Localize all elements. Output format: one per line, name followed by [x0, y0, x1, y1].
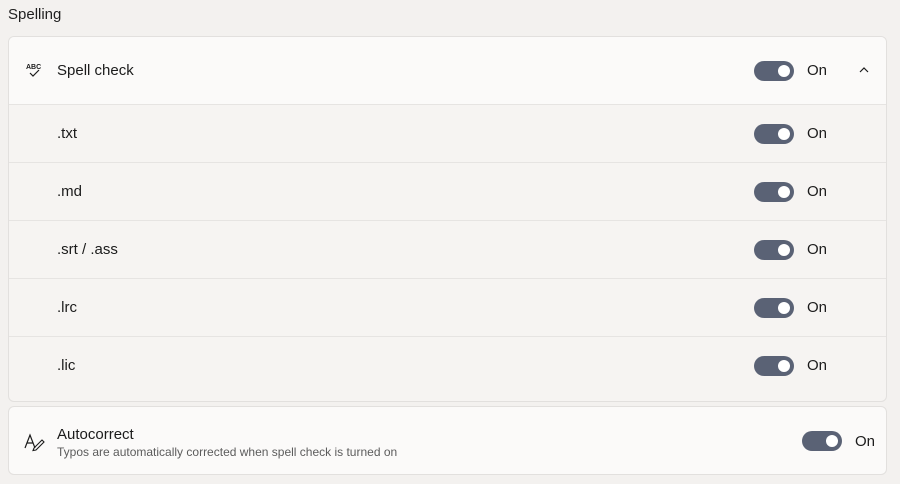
lic-toggle[interactable] [754, 356, 794, 376]
spell-check-item-txt: .txt On [9, 105, 886, 163]
spell-check-card: ABC Spell check On .txt On .md On .srt /… [8, 36, 887, 402]
lrc-toggle[interactable] [754, 298, 794, 318]
spell-check-item-srt-ass: .srt / .ass On [9, 221, 886, 279]
autocorrect-toggle-state: On [855, 433, 876, 450]
spelling-section-title: Spelling [8, 6, 62, 23]
spell-check-header[interactable]: ABC Spell check On [9, 37, 886, 105]
toggle-knob [778, 128, 790, 140]
toggle-state: On [807, 357, 828, 374]
autocorrect-pen-icon [24, 433, 45, 452]
spell-check-toggle-state: On [807, 62, 828, 79]
toggle-knob [826, 435, 838, 447]
srt-ass-toggle[interactable] [754, 240, 794, 260]
file-type-label: .lic [57, 357, 76, 374]
toggle-knob [778, 186, 790, 198]
chevron-up-icon[interactable] [855, 61, 873, 79]
autocorrect-card: Autocorrect Typos are automatically corr… [8, 406, 887, 475]
spell-check-abc-icon: ABC [26, 64, 41, 77]
md-toggle[interactable] [754, 182, 794, 202]
toggle-knob [778, 360, 790, 372]
autocorrect-toggle[interactable] [802, 431, 842, 451]
file-type-label: .md [57, 183, 83, 200]
file-type-label: .srt / .ass [57, 241, 118, 258]
toggle-state: On [807, 299, 828, 316]
toggle-state: On [807, 183, 828, 200]
toggle-state: On [807, 125, 828, 142]
toggle-knob [778, 65, 790, 77]
file-type-label: .lrc [57, 299, 77, 316]
toggle-knob [778, 302, 790, 314]
toggle-state: On [807, 241, 828, 258]
txt-toggle[interactable] [754, 124, 794, 144]
spell-check-item-lrc: .lrc On [9, 279, 886, 337]
spell-check-label: Spell check [57, 62, 134, 79]
spell-check-toggle[interactable] [754, 61, 794, 81]
autocorrect-title: Autocorrect [57, 426, 134, 443]
file-type-label: .txt [57, 125, 78, 142]
toggle-knob [778, 244, 790, 256]
spell-check-item-lic: .lic On [9, 337, 886, 395]
autocorrect-description: Typos are automatically corrected when s… [57, 445, 398, 459]
spell-check-item-md: .md On [9, 163, 886, 221]
